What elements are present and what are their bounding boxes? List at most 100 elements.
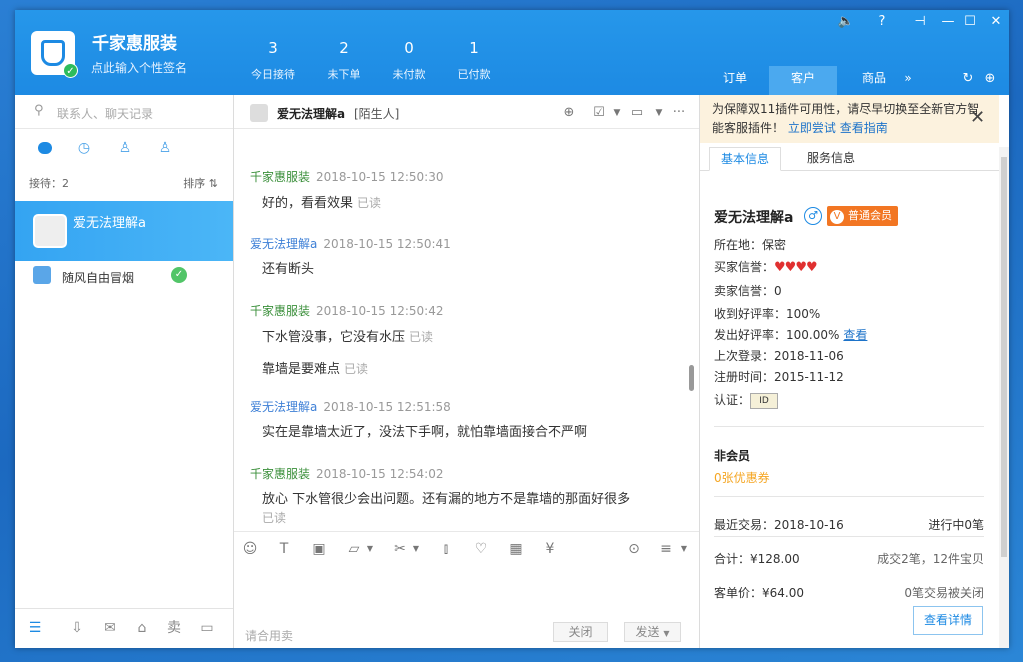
close-icon[interactable]: ✕ [970, 107, 985, 128]
recent-chats-icon[interactable] [35, 139, 55, 159]
stat-unpaid[interactable]: 0 未付款 [376, 38, 442, 82]
minimize-icon[interactable]: — [938, 12, 958, 32]
buyer-credit: 买家信誉：♥♥♥♥ [714, 258, 818, 275]
total-amount: ¥128.00 [750, 552, 800, 566]
stat-value: 1 [469, 39, 479, 57]
chat-panel: 爱无法理解a [陌生人] ⊕ ☑ ▼ ▭ ▼ ··· 千家惠服装 2018-10-… [234, 95, 699, 648]
app-logo[interactable]: ✓ [31, 31, 78, 78]
history-log-icon[interactable]: ≡ [656, 539, 676, 559]
contact-search[interactable]: ⚲ 联系人、聊天记录 [15, 95, 233, 129]
coupon-icon[interactable]: ¥ [540, 539, 560, 559]
message-text: 靠墙是要难点 [262, 362, 341, 377]
calculator-icon[interactable]: ▦ [506, 539, 526, 559]
send-button[interactable]: 发送 ▼ [624, 622, 681, 642]
register-time: 注册时间：2015-11-12 [714, 370, 844, 384]
stat-value: 2 [339, 39, 349, 57]
stat-value: 3 [268, 39, 278, 57]
contacts-icon[interactable]: ♙ [115, 139, 135, 159]
sender-name: 爱无法理解a [250, 237, 318, 251]
close-button[interactable]: 关闭 [553, 622, 608, 642]
tab-orders[interactable]: 订单 [701, 66, 769, 95]
shake-icon[interactable]: ⫾ [436, 539, 456, 559]
received-rate: 收到好评率：100% [714, 307, 821, 321]
shop-icon[interactable]: ⌂ [132, 618, 152, 638]
avg-amount: ¥64.00 [762, 586, 805, 600]
add-icon[interactable]: ⊕ [980, 69, 1000, 89]
maximize-icon[interactable]: ☐ [960, 12, 980, 32]
message-text: 还有断头 [262, 262, 315, 277]
close-icon[interactable]: ✕ [986, 12, 1006, 32]
panel-scrollbar[interactable] [999, 147, 1009, 648]
stat-today-received[interactable]: 3 今日接待 [240, 38, 306, 82]
sender-name: 千家惠服装 [250, 170, 311, 184]
location: 所在地：保密 [714, 238, 787, 252]
window-icon[interactable]: ▭ [197, 618, 217, 638]
message-input[interactable]: 请合用卖 关闭 发送 ▼ [234, 565, 699, 648]
id-card-icon: ID [750, 392, 779, 409]
seller-credit: 卖家信誉：0 [714, 284, 782, 298]
stat-not-ordered[interactable]: 2 未下单 [311, 38, 377, 82]
stat-paid[interactable]: 1 已付款 [441, 38, 507, 82]
message-text: 下水管没事，它没有水压 [262, 330, 406, 345]
signature-input[interactable]: 点此输入个性签名 [91, 59, 187, 76]
message: 爱无法理解a 2018-10-15 12:51:58 实在是靠墙太近了，没法下手啊… [250, 398, 670, 442]
groups-icon[interactable]: ♙ [155, 139, 175, 159]
history-icon[interactable]: ◷ [74, 139, 94, 159]
read-status: 已读 [357, 196, 382, 210]
import-icon[interactable]: ⇩ [67, 618, 87, 638]
tab-basic-info[interactable]: 基本信息 [709, 147, 781, 171]
read-status: 已读 [262, 511, 287, 525]
view-details-button[interactable]: 查看详情 [913, 606, 983, 635]
refresh-icon[interactable]: ↻ [958, 69, 978, 89]
stat-label: 未付款 [392, 68, 426, 81]
timestamp: 2018-10-15 12:50:41 [323, 237, 451, 251]
contact-item[interactable]: 随风自由冒烟 ✓ [15, 261, 233, 293]
quick-reply-icon[interactable]: ⊙ [624, 539, 644, 559]
try-now-link[interactable]: 立即尝试 [788, 121, 836, 135]
sender-name: 千家惠服装 [250, 304, 311, 318]
tab-customers[interactable]: 客户 [769, 66, 837, 95]
image-icon[interactable]: ▣ [309, 539, 329, 559]
read-status: 已读 [409, 330, 434, 344]
message: 爱无法理解a 2018-10-15 12:50:41 还有断头 [250, 235, 670, 279]
sort-button[interactable]: 排序 ⇅ [183, 175, 218, 191]
info-tabs: 基本信息 服务信息 [700, 147, 999, 171]
contact-name: 随风自由冒烟 [62, 271, 135, 285]
chat-header: 爱无法理解a [陌生人] ⊕ ☑ ▼ ▭ ▼ ··· [234, 95, 699, 129]
chat-contact-name: 爱无法理解a [277, 107, 346, 121]
avatar [250, 104, 268, 122]
chevron-down-icon[interactable]: ▼ [674, 539, 694, 559]
chat-scrollbar[interactable] [689, 365, 694, 391]
speaker-icon[interactable]: 🔈 [836, 12, 856, 32]
chevron-down-icon[interactable]: ▼ [650, 104, 668, 122]
font-icon[interactable]: T [274, 539, 294, 559]
help-icon[interactable]: ? [872, 12, 892, 32]
cert-label: 认证： [714, 393, 751, 407]
recent-trade-date: 2018-10-16 [774, 518, 844, 532]
view-guide-link[interactable]: 查看指南 [840, 121, 888, 135]
video-icon[interactable]: ▭ [628, 104, 646, 122]
menu-icon[interactable]: ☰ [25, 618, 45, 638]
more-icon[interactable]: ··· [670, 104, 688, 122]
emoji-icon[interactable]: ☺ [240, 539, 260, 559]
chevron-down-icon[interactable]: ▼ [608, 104, 626, 122]
in-progress: 进行中0笔 [928, 518, 984, 532]
pin-icon[interactable]: ⊣ [910, 12, 930, 32]
customer-name: 爱无法理解a [714, 210, 794, 226]
add-contact-icon[interactable]: ⊕ [560, 104, 578, 122]
more-tabs-icon[interactable]: » [893, 66, 923, 95]
chevron-down-icon[interactable]: ▼ [406, 539, 426, 559]
sell-icon[interactable]: 卖 [164, 618, 184, 638]
read-status: 已读 [344, 362, 369, 376]
tab-service-info[interactable]: 服务信息 [795, 147, 867, 171]
online-check-icon: ✓ [63, 63, 78, 78]
favorite-icon[interactable]: ♡ [471, 539, 491, 559]
total-label: 合计： [714, 552, 751, 566]
chevron-down-icon[interactable]: ▼ [360, 539, 380, 559]
mail-icon[interactable]: ✉ [100, 618, 120, 638]
view-link[interactable]: 查看 [843, 328, 867, 342]
message: 千家惠服装 2018-10-15 12:50:30 好的，看看效果 已读 [250, 168, 670, 213]
task-icon[interactable]: ☑ [590, 104, 608, 122]
contact-item-selected[interactable]: 爱无法理解a [15, 201, 233, 261]
input-toolbar: ☺ T ▣ ▱ ▼ ✂ ▼ ⫾ ♡ ▦ ¥ ⊙ ≡ ▼ [234, 531, 699, 565]
